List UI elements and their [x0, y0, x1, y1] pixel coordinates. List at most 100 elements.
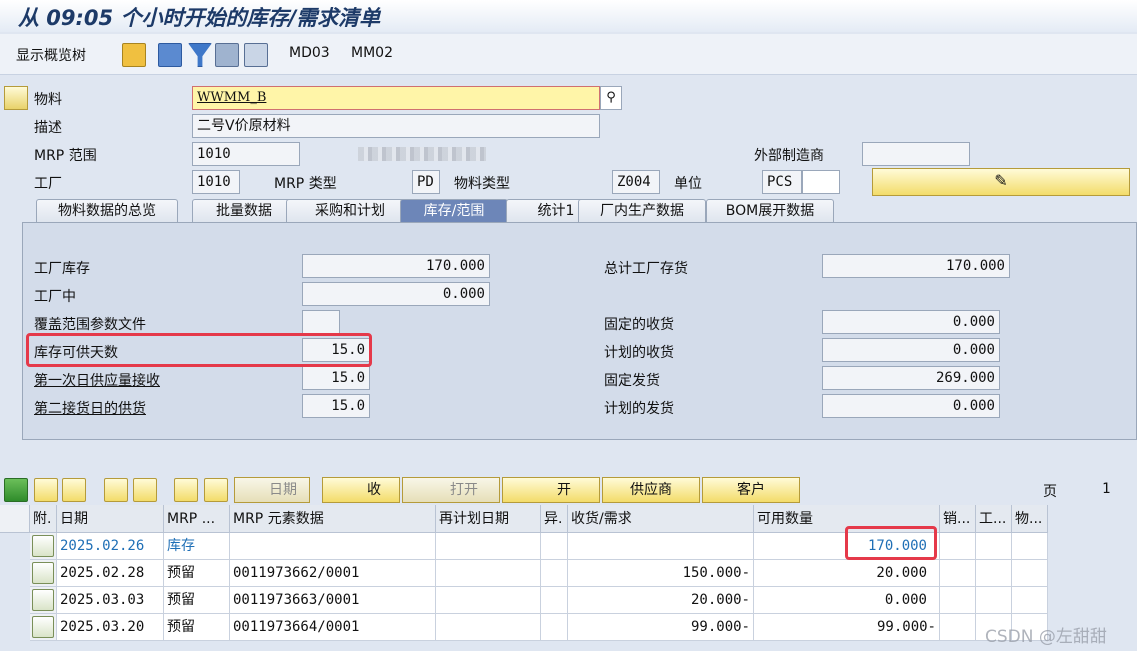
firm-issues-field: 269.000	[822, 366, 1000, 390]
cell-material	[1012, 533, 1048, 560]
cell-available: 0.000	[754, 587, 940, 614]
col-header-mrp-element[interactable]: MRP 元素数据	[230, 505, 436, 533]
export-icon[interactable]	[244, 43, 268, 67]
cell-mrp: 库存	[164, 533, 230, 560]
external-manufacturer-field	[862, 142, 970, 166]
cell-sales	[940, 533, 976, 560]
application-toolbar: 显示概览树 MD03 MM02	[0, 34, 1137, 75]
mrp-type-label: MRP 类型	[274, 176, 337, 192]
receipts-label: 收	[367, 482, 381, 498]
table-row	[30, 587, 57, 614]
pencil-icon[interactable]	[62, 478, 86, 502]
cell-reschedule	[436, 587, 541, 614]
cell-reschedule	[436, 533, 541, 560]
description-field: 二号V价原材料	[192, 114, 600, 138]
cell-receipt: 20.000-	[568, 587, 754, 614]
cell-mrp: 预留	[164, 614, 230, 641]
watermark: CSDN @左甜甜	[985, 627, 1107, 647]
planned-receipts-label: 计划的收货	[604, 345, 674, 361]
magnifier-icon[interactable]	[32, 562, 54, 584]
cell-mrp: 预留	[164, 587, 230, 614]
tab-stock-range[interactable]: 库存/范围	[400, 199, 508, 222]
col-header-reschedule-date[interactable]: 再计划日期	[436, 505, 541, 533]
first-receipt-label[interactable]: 第一次日供应量接收	[34, 370, 160, 390]
tab-lot-size[interactable]: 批量数据	[192, 199, 296, 222]
material-type-label: 物料类型	[454, 176, 510, 192]
col-header-sales[interactable]: 销...	[940, 505, 976, 533]
sum-icon[interactable]	[4, 478, 28, 502]
cell-date: 2025.02.28	[57, 560, 164, 587]
firm-issues-label: 固定发货	[604, 373, 660, 389]
receipts-button[interactable]: 收	[322, 477, 400, 503]
cell-date: 2025.03.03	[57, 587, 164, 614]
table-row	[30, 560, 57, 587]
layout-icon[interactable]	[0, 505, 30, 533]
total-plant-stock-field: 170.000	[822, 254, 1010, 278]
expand-header-icon[interactable]	[4, 86, 28, 110]
material-input[interactable]: WWMM_B	[192, 86, 600, 110]
col-header-attachment[interactable]: 附.	[30, 505, 57, 533]
coverage-profile-field	[302, 310, 340, 334]
col-header-exception[interactable]: 异.	[541, 505, 568, 533]
vendor-button[interactable]: 供应商	[602, 477, 700, 503]
open-button[interactable]: 打开	[402, 477, 500, 503]
refresh-icon[interactable]	[158, 43, 182, 67]
planned-issues-field: 0.000	[822, 394, 1000, 418]
sort-up-icon[interactable]	[204, 478, 228, 502]
magnifier-icon[interactable]	[32, 589, 54, 611]
cell-sales	[940, 560, 976, 587]
hierarchy-collapse-icon[interactable]	[133, 478, 157, 502]
cell-date: 2025.03.20	[57, 614, 164, 641]
material-label: 物料	[34, 92, 62, 108]
date-button[interactable]: 日期	[234, 477, 310, 503]
tab-bom-explosion[interactable]: BOM展开数据	[706, 199, 834, 222]
cell-reschedule	[436, 614, 541, 641]
tab-in-house-production[interactable]: 厂内生产数据	[578, 199, 706, 222]
planned-receipts-field: 0.000	[822, 338, 1000, 362]
cell-plant	[976, 533, 1012, 560]
overview-tree-button[interactable]: 显示概览树	[16, 45, 86, 65]
edit-button[interactable]: ✎	[872, 168, 1130, 196]
sort-down-icon[interactable]	[174, 478, 198, 502]
pencil-icon: ✎	[994, 171, 1008, 190]
filter-icon[interactable]	[188, 43, 212, 67]
tab-overview[interactable]: 物料数据的总览	[36, 199, 178, 222]
hierarchy-expand-icon[interactable]	[104, 478, 128, 502]
cell-mrp: 预留	[164, 560, 230, 587]
col-header-mrp[interactable]: MRP ...	[164, 505, 230, 533]
in-plant-label: 工厂中	[34, 289, 76, 305]
customer-button[interactable]: 客户	[702, 477, 800, 503]
tab-purchasing-planning[interactable]: 采购和计划	[286, 199, 414, 222]
col-header-date[interactable]: 日期	[57, 505, 164, 533]
date-label: 日期	[269, 482, 297, 498]
mrp-type-field: PD	[412, 170, 440, 194]
unit-extra-field	[802, 170, 840, 194]
cell-material	[1012, 587, 1048, 614]
planned-issues-label: 计划的发货	[604, 401, 674, 417]
settings-icon[interactable]	[215, 43, 239, 67]
cell-reschedule	[436, 560, 541, 587]
table-row	[30, 614, 57, 641]
col-header-plant[interactable]: 工...	[976, 505, 1012, 533]
total-plant-stock-label: 总计工厂存货	[604, 261, 688, 277]
cell-element	[230, 533, 436, 560]
on-label: 开	[557, 482, 571, 498]
cell-material	[1012, 560, 1048, 587]
magnifier-icon[interactable]	[32, 616, 54, 638]
magnifier-icon[interactable]	[32, 535, 54, 557]
second-receipt-label[interactable]: 第二接货日的供货	[34, 398, 146, 418]
people-icon[interactable]	[122, 43, 146, 67]
mm02-button[interactable]: MM02	[351, 45, 393, 61]
plant-stock-field: 170.000	[302, 254, 490, 278]
search-icon[interactable]: ⚲	[600, 86, 622, 110]
col-header-receipt-requirement[interactable]: 收货/需求	[568, 505, 754, 533]
on-button[interactable]: 开	[502, 477, 600, 503]
cell-receipt	[568, 533, 754, 560]
col-header-material[interactable]: 物...	[1012, 505, 1048, 533]
md03-button[interactable]: MD03	[289, 45, 330, 61]
cell-plant	[976, 560, 1012, 587]
glasses-icon[interactable]	[34, 478, 58, 502]
description-label: 描述	[34, 120, 62, 136]
coverage-profile-label: 覆盖范围参数文件	[34, 317, 146, 333]
cell-exception	[541, 614, 568, 641]
